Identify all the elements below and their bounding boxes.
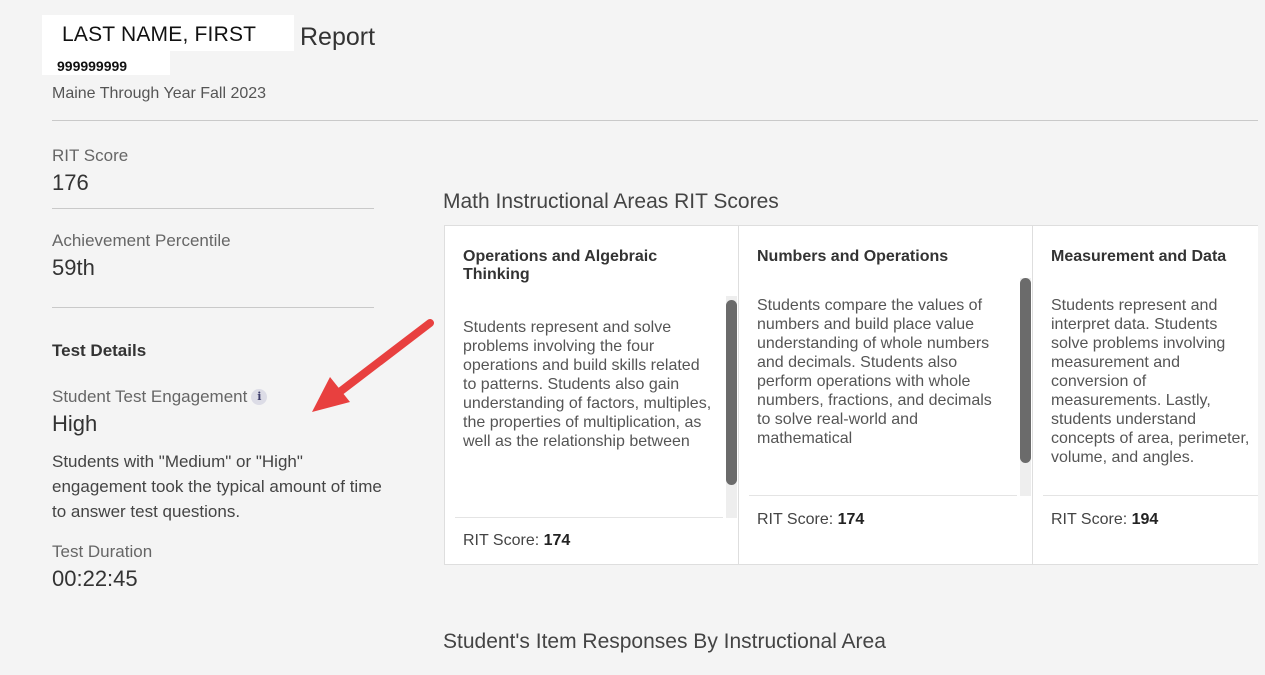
card-score: RIT Score: 174 xyxy=(757,511,864,529)
duration-value: 00:22:45 xyxy=(52,566,138,591)
engagement-label-row: Student Test Engagement i xyxy=(52,387,392,407)
report-page: LAST NAME, FIRST Report 999999999 Maine … xyxy=(12,10,1258,675)
card-title: Numbers and Operations xyxy=(757,248,949,265)
scrollbar-thumb[interactable] xyxy=(1020,278,1031,463)
divider xyxy=(52,307,374,308)
test-term: Maine Through Year Fall 2023 xyxy=(52,85,267,102)
card-fade xyxy=(455,496,719,516)
card-title: Measurement and Data xyxy=(1051,248,1227,265)
header-divider xyxy=(52,120,1258,121)
test-details-title: Test Details xyxy=(52,341,147,360)
card-divider xyxy=(749,495,1017,496)
rit-score-label: RIT Score xyxy=(52,146,129,165)
instructional-area-card: Measurement and Data Students represent … xyxy=(1033,226,1258,564)
percentile-label: Achievement Percentile xyxy=(52,231,231,250)
card-score-value: 174 xyxy=(543,532,571,549)
rit-score-value: 176 xyxy=(52,170,89,195)
student-name: LAST NAME, FIRST xyxy=(62,23,257,46)
instructional-area-card: Numbers and Operations Students compare … xyxy=(739,226,1033,564)
card-divider xyxy=(455,517,723,518)
card-fade xyxy=(749,476,1013,496)
card-score-value: 174 xyxy=(837,511,865,528)
card-description: Students represent and solve problems in… xyxy=(463,319,712,450)
duration-block: Test Duration 00:22:45 xyxy=(52,542,392,592)
card-description: Students compare the values of numbers a… xyxy=(757,297,992,447)
duration-label: Test Duration xyxy=(52,542,153,561)
scrollbar-thumb[interactable] xyxy=(726,299,737,485)
rit-score-block: RIT Score 176 xyxy=(52,146,392,196)
card-score: RIT Score: 174 xyxy=(463,532,570,550)
divider xyxy=(52,208,374,209)
card-title: Operations and Algebraic Thinking xyxy=(463,248,658,283)
student-id: 999999999 xyxy=(57,58,128,74)
percentile-block: Achievement Percentile 59th xyxy=(52,231,392,281)
card-scrollbar[interactable] xyxy=(726,296,737,518)
engagement-block: Student Test Engagement i High Students w… xyxy=(52,387,392,524)
card-score-label: RIT Score: xyxy=(463,532,540,549)
percentile-value: 59th xyxy=(52,255,95,280)
summary-column: RIT Score 176 Achievement Percentile 59t… xyxy=(52,146,392,592)
card-score-label: RIT Score: xyxy=(1051,511,1128,528)
engagement-description: Students with "Medium" or "High" engagem… xyxy=(52,452,382,521)
engagement-label: Student Test Engagement xyxy=(52,387,248,406)
instructional-area-cards: Operations and Algebraic Thinking Studen… xyxy=(444,225,1258,565)
instructional-area-card: Operations and Algebraic Thinking Studen… xyxy=(445,226,739,564)
report-title: Report xyxy=(300,23,376,51)
instructional-areas-heading: Math Instructional Areas RIT Scores xyxy=(443,190,779,213)
item-responses-heading: Student's Item Responses By Instructiona… xyxy=(443,630,886,653)
card-score: RIT Score: 194 xyxy=(1051,511,1158,529)
card-scrollbar[interactable] xyxy=(1020,278,1031,496)
engagement-value: High xyxy=(52,411,98,436)
card-divider xyxy=(1043,495,1258,496)
card-score-label: RIT Score: xyxy=(757,511,834,528)
card-description: Students represent and interpret data. S… xyxy=(1051,297,1250,466)
info-icon[interactable]: i xyxy=(251,388,268,405)
card-score-value: 194 xyxy=(1131,511,1159,528)
